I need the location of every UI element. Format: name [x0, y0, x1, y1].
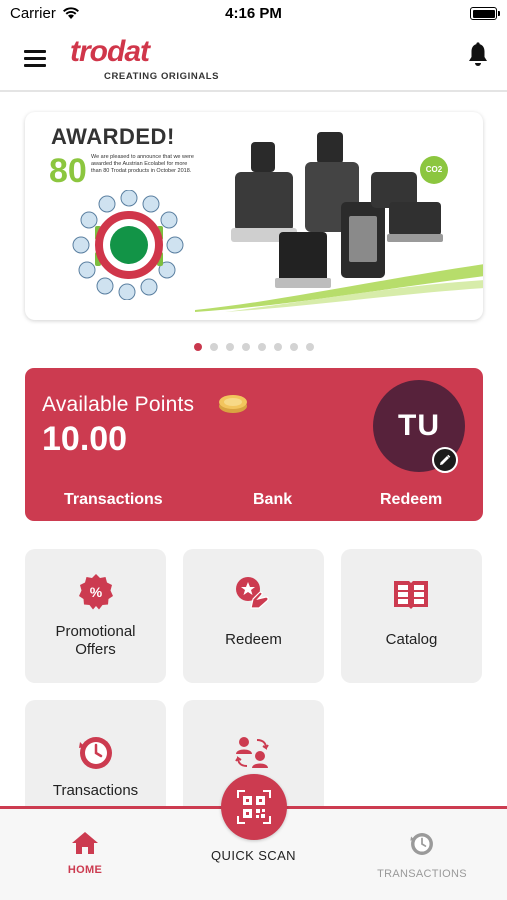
carousel-dot[interactable]: [273, 343, 282, 351]
coin-icon: [219, 395, 247, 413]
banner-headline: AWARDED!: [51, 124, 175, 149]
tile-promotional-offers[interactable]: % Promotional Offers: [25, 549, 166, 683]
percent-badge-icon: %: [79, 574, 113, 610]
carousel-dot[interactable]: [289, 343, 298, 351]
notification-bell-icon[interactable]: [467, 42, 489, 68]
transactions-link[interactable]: Transactions: [64, 491, 163, 509]
logo-wordmark: trodat: [70, 35, 150, 68]
points-label: Available Points: [42, 393, 195, 416]
carousel-pagination[interactable]: [0, 343, 507, 353]
quick-scan-label: QUICK SCAN: [211, 848, 296, 863]
status-bar: Carrier 4:16 PM: [0, 0, 507, 28]
carousel-dot[interactable]: [209, 343, 218, 351]
ecolabel-logo-icon: [72, 190, 184, 300]
hamburger-menu-icon[interactable]: [24, 50, 46, 68]
stamp-products-image: [231, 132, 443, 288]
promo-banner[interactable]: AWARDED! 80 We are pleased to announce t…: [25, 112, 483, 320]
banner-number: 80: [49, 152, 87, 190]
edit-profile-icon[interactable]: [432, 447, 458, 473]
points-value: 10.00: [42, 420, 128, 458]
tile-catalog[interactable]: Catalog: [341, 549, 482, 683]
bank-link[interactable]: Bank: [253, 491, 292, 509]
quick-scan-button[interactable]: [221, 774, 287, 840]
tile-transactions[interactable]: Transactions: [25, 700, 166, 806]
trodat-logo: trodat CREATING ORIGINALS: [70, 36, 220, 84]
clock: 4:16 PM: [225, 5, 282, 22]
banner-blurb: We are pleased to announce that we were …: [91, 154, 194, 174]
catalog-book-icon: [394, 581, 428, 609]
app-header: trodat CREATING ORIGINALS: [0, 28, 507, 92]
qr-code-icon: [237, 790, 271, 824]
points-card: Available Points 10.00 TU Transactions B…: [25, 368, 483, 521]
logo-tagline: CREATING ORIGINALS: [104, 71, 220, 82]
battery-icon: [470, 7, 500, 20]
tile-label: Redeem: [225, 631, 282, 648]
nav-home-label: HOME: [67, 864, 103, 876]
carousel-dot[interactable]: [241, 343, 250, 351]
tile-label: Promotional Offers: [55, 623, 136, 658]
co2-badge: CO2: [420, 156, 448, 184]
tile-redeem[interactable]: Redeem: [183, 549, 324, 683]
users-exchange-icon: [235, 737, 269, 768]
carousel-dot[interactable]: [257, 343, 266, 351]
carousel-dot[interactable]: [193, 343, 202, 351]
clock-history-icon: [79, 737, 112, 769]
redeem-link[interactable]: Redeem: [380, 491, 442, 509]
tile-label: Catalog: [385, 631, 438, 648]
svg-text:%: %: [90, 584, 103, 600]
tile-label: Transactions: [52, 782, 139, 799]
carousel-dot[interactable]: [305, 343, 314, 351]
redeem-hand-icon: [236, 577, 269, 609]
carousel-dot[interactable]: [225, 343, 234, 351]
nav-transactions-label: TRANSACTIONS: [377, 868, 467, 880]
